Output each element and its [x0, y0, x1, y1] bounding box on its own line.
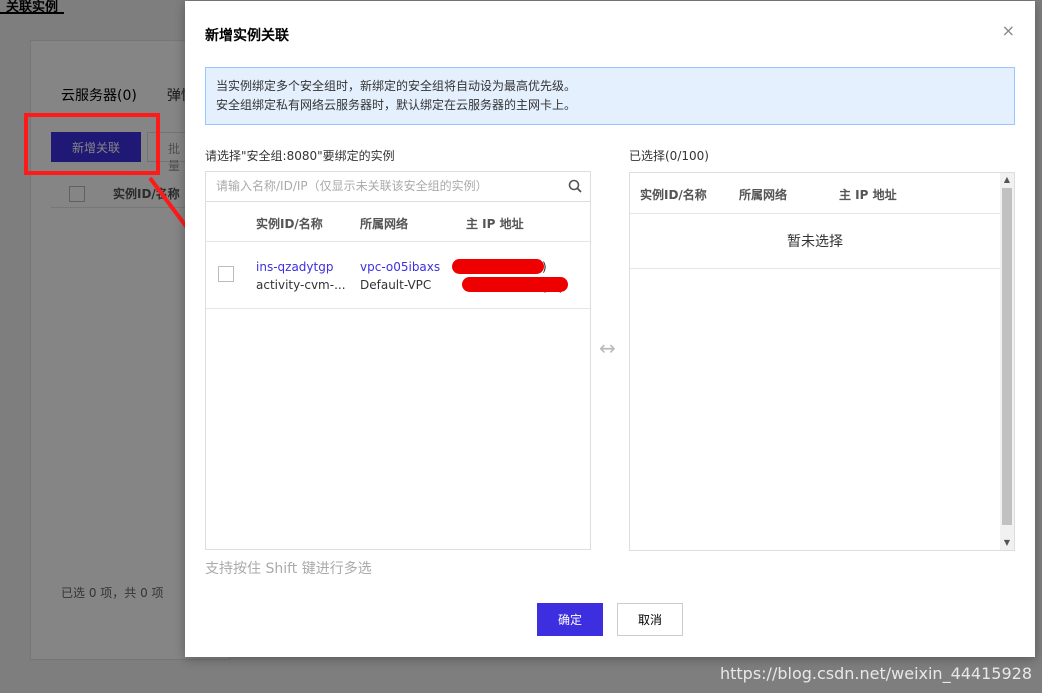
scrollbar[interactable]: ▲ ▼ — [1000, 173, 1014, 550]
column-primary-ip: 主 IP 地址 — [839, 188, 897, 202]
dialog-title: 新增实例关联 — [205, 28, 289, 44]
cancel-button[interactable]: 取消 — [617, 603, 683, 636]
search-bar — [206, 172, 590, 202]
notice-line: 当实例绑定多个安全组时，新绑定的安全组将自动设为最高优先级。 — [216, 79, 577, 93]
multi-select-hint: 支持按住 Shift 键进行多选 — [205, 561, 372, 577]
annotation-highlight-box — [24, 113, 160, 175]
redaction-mark — [452, 259, 544, 274]
selected-instances-panel: 实例ID/名称 所属网络 主 IP 地址 暂未选择 ▲ ▼ — [629, 172, 1015, 551]
selected-count-label: 已选择(0/100) — [629, 149, 709, 163]
watermark: https://blog.csdn.net/weixin_44415928 — [719, 664, 1032, 683]
instance-name: activity-cvm-... — [256, 278, 346, 292]
available-instances-panel: 实例ID/名称 所属网络 主 IP 地址 ins-qzadytgp activi… — [205, 171, 591, 550]
scroll-down-icon[interactable]: ▼ — [1000, 536, 1014, 550]
scroll-thumb[interactable] — [1002, 188, 1012, 525]
selected-table-header: 实例ID/名称 所属网络 主 IP 地址 — [630, 173, 1000, 214]
info-notice: 当实例绑定多个安全组时，新绑定的安全组将自动设为最高优先级。 安全组绑定私有网络… — [205, 67, 1015, 125]
empty-state: 暂未选择 — [630, 214, 1000, 269]
column-network: 所属网络 — [360, 217, 409, 231]
column-instance-id: 实例ID/名称 — [256, 217, 323, 231]
vpc-id-link[interactable]: vpc-o05ibaxs — [360, 260, 440, 274]
instance-id-link[interactable]: ins-qzadytgp — [256, 260, 333, 274]
search-input[interactable] — [206, 172, 546, 200]
vpc-name: Default-VPC — [360, 278, 432, 292]
notice-line: 安全组绑定私有网络云服务器时，默认绑定在云服务器的主网卡上。 — [216, 98, 577, 112]
add-instance-association-dialog: 新增实例关联 × 当实例绑定多个安全组时，新绑定的安全组将自动设为最高优先级。 … — [185, 1, 1035, 657]
column-instance-id: 实例ID/名称 — [640, 188, 707, 202]
row-checkbox[interactable] — [218, 266, 234, 282]
search-icon[interactable] — [568, 179, 582, 193]
swap-arrows-icon: ↔ — [599, 336, 616, 360]
column-primary-ip: 主 IP 地址 — [466, 217, 524, 231]
column-network: 所属网络 — [739, 188, 788, 202]
close-icon[interactable]: × — [1002, 23, 1015, 39]
confirm-button[interactable]: 确定 — [537, 603, 603, 636]
available-instances-label: 请选择"安全组:8080"要绑定的实例 — [205, 149, 395, 163]
table-row[interactable]: ins-qzadytgp activity-cvm-... vpc-o05iba… — [206, 243, 590, 309]
redaction-mark — [462, 277, 568, 292]
available-table-header: 实例ID/名称 所属网络 主 IP 地址 — [206, 202, 590, 242]
scroll-up-icon[interactable]: ▲ — [1000, 173, 1014, 187]
